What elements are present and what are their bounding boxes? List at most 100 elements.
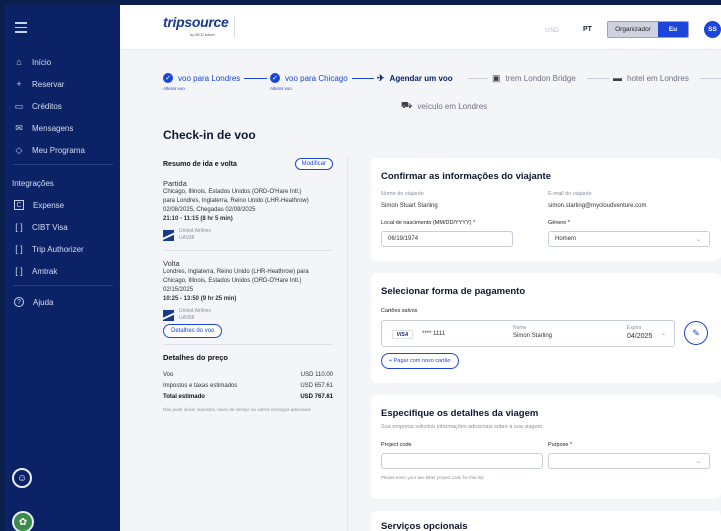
stepper-connector (244, 78, 267, 79)
card-expiry-label: Expira (627, 325, 642, 331)
stepper-connector (468, 78, 488, 79)
car-icon: ⛟ (401, 100, 413, 110)
home-icon: ⌂ (16, 57, 22, 67)
sidebar-item-label: Expense (33, 200, 65, 210)
airline-name: United Airlines (179, 308, 211, 314)
birth-date-input[interactable]: 06/19/1974 (381, 231, 513, 247)
optional-services-card: Serviços opcionais (371, 511, 721, 531)
sidebar-divider (13, 164, 113, 165)
sidebar-item-messages[interactable]: ✉ Mensagens (5, 117, 120, 139)
price-row: Voo USD 110.00 (163, 370, 333, 381)
return-to: Chicago, Illinois, Estados Unidos (ORD-O… (163, 278, 302, 284)
traveler-email: simon.starling@mycloudventure.com (548, 203, 647, 209)
payment-card: Selecionar forma de pagamento Cartões sa… (371, 273, 721, 383)
card-name-label: Nome (513, 325, 527, 331)
step-label: voo para Londres (178, 73, 241, 83)
mail-icon: ✉ (15, 122, 23, 133)
summary-header: Resumo de ida e volta Modificar (163, 155, 333, 173)
price-value: USD 767.61 (300, 394, 333, 400)
payment-title: Selecionar forma de pagamento (381, 286, 526, 297)
sidebar-item-label: Créditos (32, 101, 62, 111)
sidebar-item-label: Mensagens (32, 123, 74, 133)
step-flight-london[interactable]: ✓ voo para Londres (163, 73, 240, 83)
optional-services-title: Serviços opcionais (381, 521, 468, 531)
menu-icon[interactable] (15, 22, 27, 33)
return-from: Londres, Inglaterra, Reino Unido (LHR-He… (163, 269, 309, 275)
sidebar-divider (13, 285, 113, 286)
sidebar-item-credits[interactable]: ▭ Créditos (5, 95, 120, 117)
purpose-label: Purpose * (548, 442, 573, 448)
birth-date-label: Local de nascimento (MM/DD/YYYY) * (381, 220, 476, 226)
airline-name: United Airlines (179, 228, 211, 234)
sidebar-item-home[interactable]: ⌂ Início (5, 51, 120, 73)
flight-number: UA938 (179, 235, 195, 241)
edit-card-button[interactable]: ✎ (684, 321, 708, 345)
sidebar-item-label: Trip Authorizer (32, 244, 84, 254)
bracket-icon: [ ] (15, 244, 23, 254)
sidebar-item-book[interactable]: + Reservar (5, 73, 120, 95)
brand-logo-sub: by BCD travel (190, 32, 215, 37)
change-flight-link[interactable]: Alterar voo (270, 86, 292, 91)
sidebar-item-label: Meu Programa (32, 145, 85, 155)
airplane-icon: ✈ (377, 73, 385, 83)
traveler-email-label: E-mail do viajante (548, 191, 592, 197)
project-code-input[interactable] (381, 453, 543, 469)
traveler-card: Confirmar as informações do viajante Nom… (371, 158, 721, 261)
add-card-button[interactable]: + Pagar com novo cartão (381, 353, 459, 369)
role-organizer-button[interactable]: Organizador (608, 22, 658, 37)
column-divider (347, 155, 348, 531)
summary-divider (163, 344, 333, 345)
price-row: Impostos e taxas estimados USD 657.61 (163, 381, 333, 392)
expense-icon: C (14, 200, 24, 210)
brand-logo[interactable]: tripsource (163, 14, 229, 30)
step-train[interactable]: ▣ trem London Bridge (492, 73, 576, 84)
sidebar-item-help[interactable]: ? Ajuda (5, 291, 120, 313)
card-expiry: 04/2025 (627, 333, 653, 340)
step-label: Agendar um voo (389, 74, 453, 83)
flight-details-button[interactable]: Detalhes do voo (163, 324, 223, 338)
sidebar-item-amtrak[interactable]: [ ] Amtrak (5, 260, 120, 282)
train-icon: ▣ (492, 73, 501, 83)
step-flight-chicago[interactable]: ✓ voo para Chicago (270, 73, 348, 83)
role-me-button[interactable]: Eu (658, 22, 688, 37)
sidebar-item-label: CIBT Visa (32, 222, 68, 232)
step-book-flight[interactable]: ✈ Agendar um voo (377, 73, 453, 84)
visa-icon: VISA (392, 330, 413, 339)
trip-details-title: Especifique os detalhes da viagem (381, 408, 539, 419)
sidebar-item-trip-authorizer[interactable]: [ ] Trip Authorizer (5, 238, 120, 260)
change-flight-link[interactable]: Alterar voo (163, 86, 185, 91)
cookie-icon[interactable]: ✿ (12, 511, 34, 531)
gender-select[interactable]: Homem ⌄ (548, 231, 710, 247)
role-switch: Organizador Eu (607, 21, 689, 38)
pencil-icon: ✎ (692, 327, 700, 338)
return-title: Volta (163, 259, 180, 268)
return-dates: 02/15/2025 (163, 287, 194, 293)
chevron-down-icon: ⌄ (660, 331, 666, 337)
outbound-airline: United Airlines UA938 (163, 228, 333, 242)
step-car[interactable]: ⛟ veículo em Londres (401, 100, 487, 112)
price-label: Impostos e taxas estimados (163, 383, 238, 389)
card-name: Simon Starling (513, 333, 553, 339)
plus-icon: + (16, 79, 22, 89)
saved-cards-label: Cartões salvos (381, 308, 418, 314)
accessibility-icon[interactable]: ☺ (12, 468, 32, 488)
modify-button[interactable]: Modificar (294, 158, 333, 170)
sidebar-item-cibt-visa[interactable]: [ ] CIBT Visa (5, 216, 120, 238)
app-window: ⌂ Início + Reservar ▭ Créditos ✉ Mensagens ◇… (5, 5, 721, 531)
stepper-connector (700, 78, 721, 79)
language-selector[interactable]: PT (583, 26, 592, 33)
currency-selector[interactable]: USD (545, 27, 559, 34)
trip-details-subtitle: Sua empresa solicitou informações adicio… (381, 424, 544, 430)
outbound-from: Chicago, Illinois, Estados Unidos (ORD-O… (163, 189, 302, 195)
purpose-select[interactable]: ⌄ (548, 453, 710, 469)
chevron-down-icon: ⌄ (695, 237, 701, 243)
sidebar-item-expense[interactable]: C Expense (5, 194, 120, 216)
price-label: Voo (163, 372, 174, 378)
saved-card-select[interactable]: VISA **** 1111 Nome Simon Starling Expir… (381, 320, 675, 347)
traveler-name-label: Nome do viajante (381, 191, 424, 197)
avatar[interactable]: SS (704, 21, 721, 38)
card-number: **** 1111 (422, 331, 446, 337)
step-hotel[interactable]: ▬ hotel em Londres (613, 73, 689, 83)
sidebar-item-program[interactable]: ◇ Meu Programa (5, 139, 120, 161)
flight-number: UA958 (179, 315, 195, 321)
